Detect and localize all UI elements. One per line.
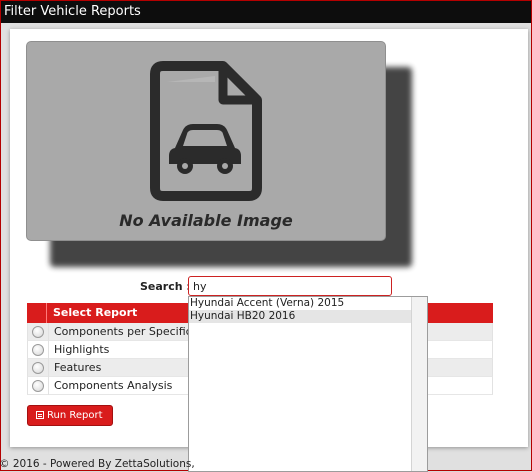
app-window: Filter Vehicle Reports No Available Imag… — [0, 0, 532, 472]
row-divider — [48, 359, 49, 377]
run-report-label: Run Report — [47, 410, 103, 421]
report-radio[interactable] — [32, 380, 44, 392]
no-image-text: No Available Image — [119, 211, 293, 230]
row-divider — [48, 341, 49, 359]
dropdown-scrollbar[interactable] — [411, 297, 427, 471]
run-report-button[interactable]: Run Report — [27, 405, 113, 426]
report-radio[interactable] — [32, 362, 44, 374]
autocomplete-option[interactable]: Hyundai Accent (Verna) 2015 — [189, 297, 411, 310]
window-title: Filter Vehicle Reports — [1, 1, 531, 23]
report-label: Highlights — [54, 343, 110, 356]
report-label: Components Analysis — [54, 379, 173, 392]
no-image-placeholder: No Available Image — [26, 41, 386, 241]
car-document-icon — [150, 61, 262, 201]
header-radio-column — [27, 303, 47, 323]
list-icon — [36, 411, 44, 419]
search-label: Search : — [140, 280, 191, 293]
report-label: Components per Specificat — [54, 325, 203, 338]
search-input[interactable] — [188, 276, 392, 296]
report-radio[interactable] — [32, 326, 44, 338]
row-divider — [48, 377, 49, 395]
report-radio[interactable] — [32, 344, 44, 356]
header-select-report: Select Report — [53, 306, 138, 319]
autocomplete-dropdown[interactable]: Hyundai Accent (Verna) 2015 Hyundai HB20… — [188, 296, 428, 472]
autocomplete-option[interactable]: Hyundai HB20 2016 — [189, 310, 411, 323]
report-label: Features — [54, 361, 102, 374]
row-divider — [48, 323, 49, 341]
footer-text: © 2016 - Powered By ZettaSolutions, — [0, 458, 195, 470]
